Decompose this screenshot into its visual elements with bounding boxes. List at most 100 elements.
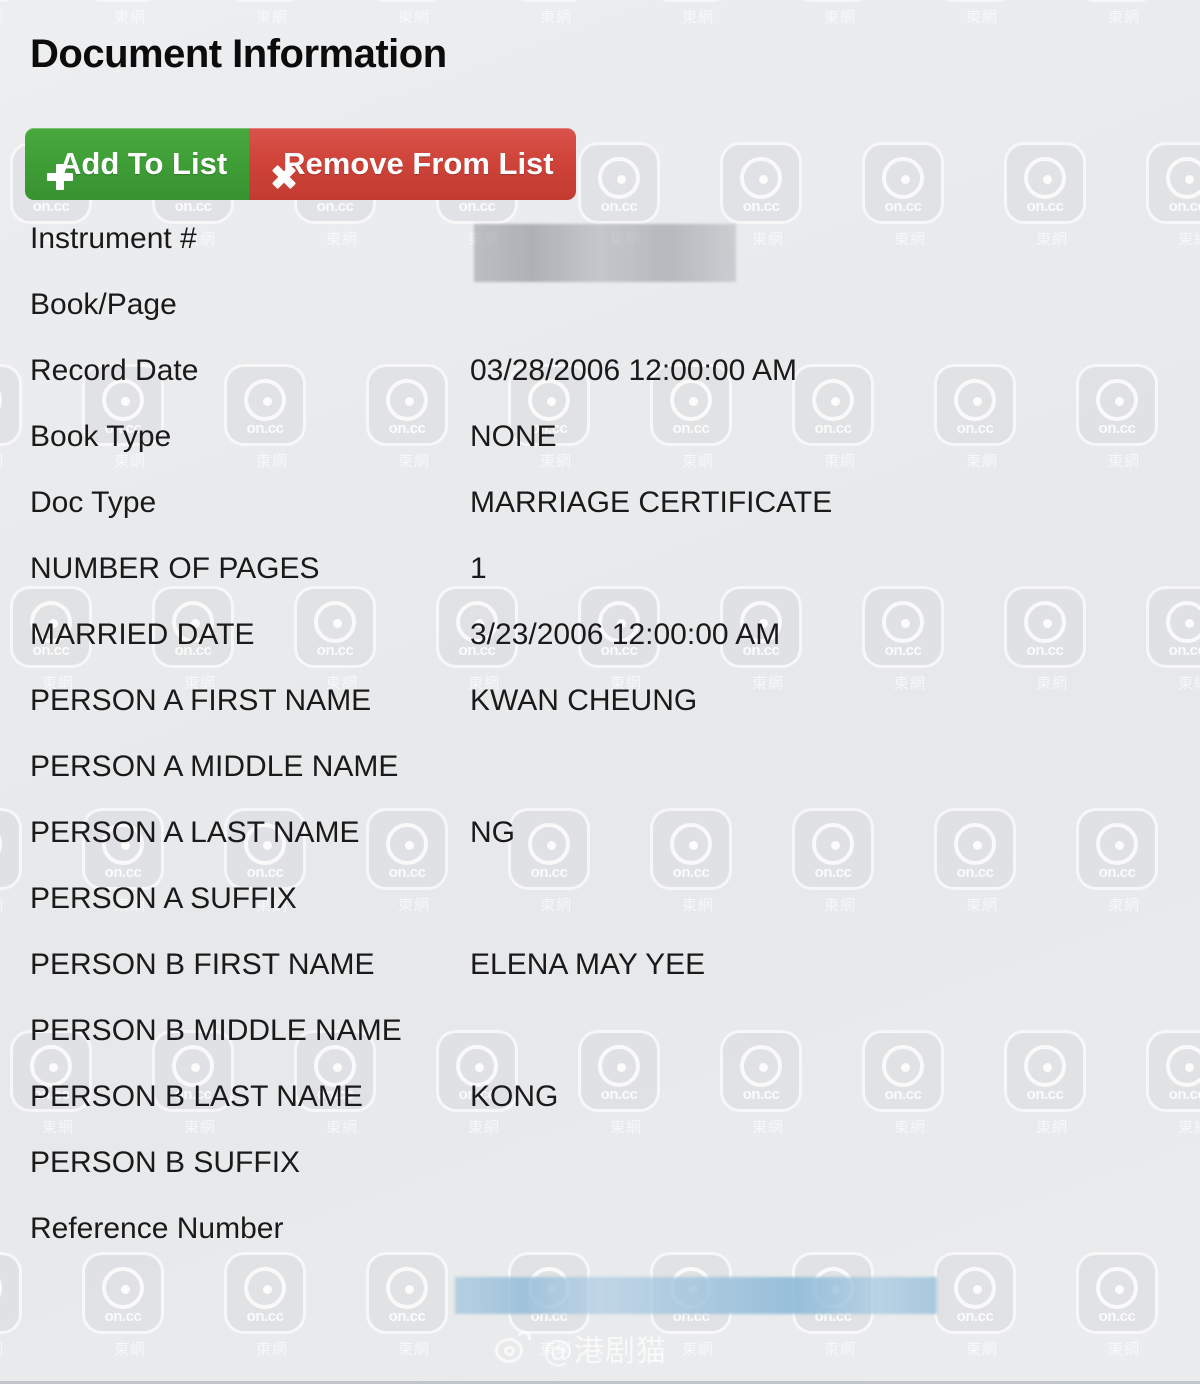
weibo-watermark: @港剧猫 [493,1326,667,1370]
oncc-lens-dot [617,175,626,184]
field-label: PERSON A FIRST NAME [30,684,372,717]
oncc-brand-text: on.cc [174,198,212,215]
oncc-lens-ring [882,157,924,199]
document-field-row: PERSON B FIRST NAME ELENA MAY YEE [0,948,1200,1014]
oncc-lens-ring [598,157,640,199]
field-label: MARRIED DATE [30,618,255,651]
oncc-lens-icon: on.cc [1004,142,1086,224]
field-label: NUMBER OF PAGES [30,552,320,585]
field-label: PERSON B FIRST NAME [30,948,375,981]
weibo-handle: @港剧猫 [543,1334,667,1369]
remove-from-list-label: Remove From List [283,146,554,181]
document-field-row: NUMBER OF PAGES 1 [0,552,1200,618]
document-field-row: Reference Number [0,1212,1200,1278]
oncc-lens-ring [1166,157,1200,199]
field-label: PERSON A SUFFIX [30,882,297,915]
field-value: 1 [470,552,487,585]
oncc-lens-icon: on.cc [224,0,306,2]
oncc-brand-text: on.cc [0,1308,19,1325]
oncc-lens-ring [740,157,782,199]
reference-number-redaction-bar [455,1277,937,1314]
oncc-lens-dot [759,175,768,184]
oncc-watermark-tile: on.cc 東網 [792,0,888,48]
field-value: ELENA MAY YEE [470,948,706,981]
oncc-lens-dot [901,175,910,184]
document-field-row: Record Date 03/28/2006 12:00:00 AM [0,354,1200,420]
oncc-brand-cn-text: 東網 [965,1340,998,1358]
document-field-row: PERSON B SUFFIX [0,1146,1200,1212]
field-value: 03/28/2006 12:00:00 AM [470,354,797,387]
oncc-brand-cn-text: 東網 [255,8,288,26]
field-label: Record Date [30,354,199,387]
oncc-brand-cn-text: 東網 [397,8,430,26]
add-to-list-button[interactable]: Add To List [25,128,250,200]
oncc-brand-text: on.cc [600,198,638,215]
oncc-brand-text: on.cc [246,1308,284,1325]
oncc-lens-icon: on.cc [82,0,164,2]
oncc-lens-dot [1115,1285,1124,1294]
oncc-brand-cn-text: 東網 [823,1340,856,1358]
oncc-brand-text: on.cc [884,198,922,215]
oncc-watermark-tile: on.cc 東網 [1076,0,1172,48]
oncc-brand-cn-text: 東網 [1107,8,1140,26]
oncc-brand-text: on.cc [956,1308,994,1325]
field-label: PERSON A LAST NAME [30,816,360,849]
document-field-row: Book/Page [0,288,1200,354]
oncc-brand-text: on.cc [104,1308,142,1325]
document-field-row: Book Type NONE [0,420,1200,486]
oncc-lens-dot [1185,175,1194,184]
oncc-lens-ring [1024,157,1066,199]
document-field-row: MARRIED DATE 3/23/2006 12:00:00 AM [0,618,1200,684]
document-field-row: PERSON B LAST NAME KONG [0,1080,1200,1146]
oncc-brand-cn-text: 東網 [397,1340,430,1358]
field-label: Doc Type [30,486,157,519]
oncc-lens-dot [263,1285,272,1294]
oncc-brand-cn-text: 東網 [1107,1340,1140,1358]
document-field-row: Doc Type MARRIAGE CERTIFICATE [0,486,1200,552]
oncc-brand-cn-text: 東網 [823,8,856,26]
oncc-watermark-tile: on.cc 東網 [650,0,746,48]
oncc-brand-cn-text: 東網 [113,1340,146,1358]
oncc-brand-cn-text: 東網 [255,1340,288,1358]
field-value: NONE [470,420,557,453]
field-label: PERSON B MIDDLE NAME [30,1014,402,1047]
document-field-row: PERSON A FIRST NAME KWAN CHEUNG [0,684,1200,750]
field-label: PERSON B SUFFIX [30,1146,301,1179]
oncc-brand-cn-text: 東網 [113,8,146,26]
oncc-brand-text: on.cc [316,198,354,215]
oncc-lens-dot [405,1285,414,1294]
oncc-brand-cn-text: 東網 [965,8,998,26]
field-value: KONG [470,1080,559,1113]
oncc-brand-text: on.cc [458,198,496,215]
oncc-lens-icon: on.cc [720,142,802,224]
document-field-list: Instrument # Book/Page Record Date 03/28/20… [0,222,1200,1278]
document-field-row: Instrument # [0,222,1200,288]
weibo-logo-icon [493,1329,533,1366]
field-value: KWAN CHEUNG [470,684,698,717]
remove-from-list-button[interactable]: Remove From List [249,128,576,200]
field-label: PERSON B LAST NAME [30,1080,363,1113]
field-value: 3/23/2006 12:00:00 AM [470,618,781,651]
oncc-lens-icon: on.cc [366,0,448,2]
field-value: NG [470,816,515,849]
oncc-lens-icon: on.cc [1146,142,1200,224]
field-label: Book/Page [30,288,177,321]
oncc-lens-dot [973,1285,982,1294]
oncc-brand-cn-text: 東網 [681,8,714,26]
oncc-lens-icon: on.cc [862,142,944,224]
oncc-lens-dot [1043,175,1052,184]
oncc-brand-cn-text: 東網 [0,1338,36,1359]
field-value: MARRIAGE CERTIFICATE [470,486,833,519]
oncc-brand-text: on.cc [32,198,70,215]
oncc-lens-icon: on.cc [578,142,660,224]
field-label: Book Type [30,420,172,453]
oncc-brand-text: on.cc [1026,198,1064,215]
oncc-watermark-tile: on.cc 東網 [934,0,1030,48]
oncc-lens-icon: on.cc [934,0,1016,2]
field-label: Instrument # [30,222,197,255]
oncc-lens-icon: on.cc [1076,0,1158,2]
field-label: Reference Number [30,1212,284,1245]
add-to-list-label: Add To List [59,146,228,181]
document-information-page: on.cc 東網 on.cc 東網 on.cc 東網 on.cc 東網 on.cc 東網 on.cc… [0,0,1200,1384]
oncc-lens-icon: on.cc [650,0,732,2]
